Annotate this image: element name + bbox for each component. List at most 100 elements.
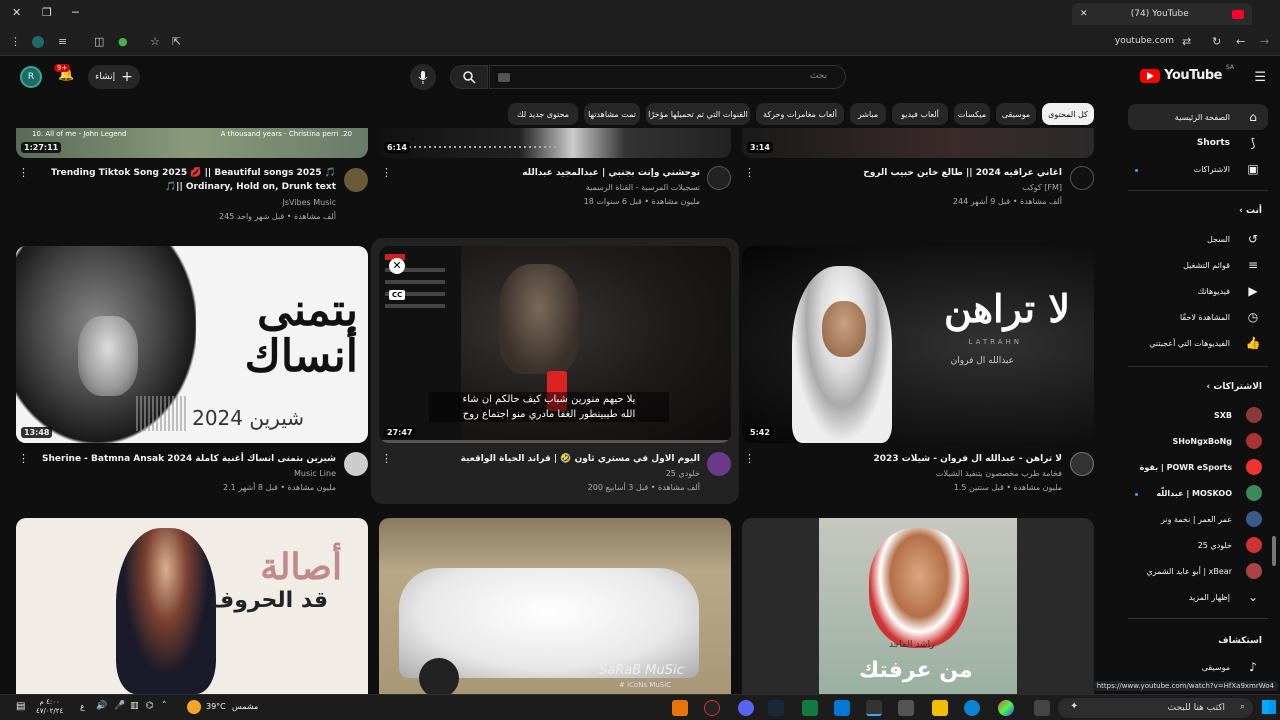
sidebar-sub-channel[interactable]: SHoNgxBoNg <box>1128 428 1268 454</box>
sidebar-item-watch-later[interactable]: المشاهدة لاحقًا ◷ <box>1128 304 1268 330</box>
mute-icon[interactable]: ✕ <box>389 258 405 274</box>
channel-avatar[interactable] <box>344 452 368 476</box>
hamburger-menu-icon[interactable]: ☰ <box>1254 70 1266 85</box>
chip-video-games[interactable]: ألعاب فيديو <box>892 103 948 125</box>
video-title[interactable]: Sherine - Batmna Ansak 2024 شيرين بتمنى … <box>36 452 336 466</box>
chip-action-games[interactable]: ألعاب مغامرات وحركة <box>756 103 844 125</box>
video-thumbnail[interactable]: 10. All of me - John Legend A thousand y… <box>16 128 368 158</box>
restore-window-icon[interactable]: ❐ <box>42 6 52 19</box>
sidebar-item-shorts[interactable]: Shorts ⟆ <box>1128 130 1268 156</box>
channel-avatar[interactable] <box>1070 166 1094 190</box>
video-channel[interactable]: خلودي 25 <box>400 467 700 481</box>
progress-bar[interactable] <box>379 440 731 443</box>
more-actions-icon[interactable]: ⋮ <box>381 166 392 179</box>
scrollbar-thumb[interactable] <box>1272 536 1276 566</box>
back-icon[interactable]: ← <box>1236 35 1245 48</box>
tray-overflow-icon[interactable]: ˄ <box>162 701 167 711</box>
browser-tab[interactable]: ✕ (74) YouTube <box>1072 3 1252 25</box>
channel-avatar[interactable] <box>707 452 731 476</box>
search-button[interactable] <box>450 65 488 89</box>
share-icon[interactable]: ⇱ <box>172 35 181 48</box>
more-actions-icon[interactable]: ⋮ <box>744 166 755 179</box>
network-icon[interactable]: ▥ <box>130 701 139 711</box>
windows-start-icon[interactable] <box>1262 700 1276 714</box>
app-icon[interactable] <box>672 700 688 716</box>
weather-temp[interactable]: 39°C <box>206 702 226 711</box>
video-title[interactable]: اغاني عراقيه 2024 || طالع خاين حبيب الرو… <box>762 166 1062 180</box>
sidebar-sub-channel[interactable]: عمر العمر | نخمة ونر <box>1128 506 1268 532</box>
video-thumbnail[interactable]: من عرفتك راشد الماجد <box>742 518 1094 694</box>
video-channel[interactable]: فخامة طرب مخصصون بتنفيذ الشيلات <box>762 467 1062 481</box>
channel-avatar[interactable] <box>1070 452 1094 476</box>
chip-watched[interactable]: تمت مشاهدتها <box>584 103 640 125</box>
extensions-icon[interactable]: ◫ <box>94 35 104 48</box>
notifications-icon[interactable]: ▤ <box>16 701 25 712</box>
chip-recently-uploaded[interactable]: القنوات التي تم تحميلها مؤخرًا <box>646 103 750 125</box>
sidebar-sub-channel[interactable]: بقوة | POWR eSports <box>1128 454 1268 480</box>
browser-taskbar-icon[interactable] <box>866 700 882 716</box>
clock[interactable]: ٤:٠٠ م ٤٧/٠٢/٢٤ <box>36 698 63 716</box>
video-player-preview[interactable]: ✕ CC يلا حيهم منورين شباب كيف حالكم ان ش… <box>379 246 731 443</box>
video-thumbnail[interactable]: 6:14 <box>379 128 731 158</box>
video-thumbnail[interactable]: بتمنى أنساك شيرين 2024 13:48 <box>16 246 368 443</box>
menu-dots-icon[interactable]: ⋮ <box>10 35 21 48</box>
account-avatar[interactable]: R <box>20 66 42 88</box>
chip-mixes[interactable]: ميكسات <box>954 103 990 125</box>
video-thumbnail[interactable]: 3:14 <box>742 128 1094 158</box>
sidebar-item-your-videos[interactable]: فيديوهاتك ▶ <box>1128 278 1268 304</box>
video-thumbnail[interactable]: SaRaB MuSic # iCoNs MuSiC <box>379 518 731 694</box>
tab-close-icon[interactable]: ✕ <box>1080 9 1088 19</box>
microphone-icon[interactable]: 🎤 <box>114 701 125 711</box>
close-window-icon[interactable]: ✕ <box>12 6 21 19</box>
channel-avatar[interactable] <box>707 166 731 190</box>
edge-icon[interactable] <box>964 700 980 716</box>
sidebar-show-more[interactable]: إظهار المزيد ⌄ <box>1128 584 1268 610</box>
video-title[interactable]: اليوم الاول في مستري ثاون 🤣 | قراند الحي… <box>400 452 700 466</box>
extension-shield-icon[interactable]: ● <box>118 35 128 48</box>
taskbar-search[interactable]: اكتب هنا للبحث ✦ ⌕ <box>1058 698 1253 718</box>
sidebar-item-history[interactable]: السجل ↺ <box>1128 226 1268 252</box>
sidebar-sub-channel[interactable]: عبداللّه | MOSKOO <box>1128 480 1268 506</box>
more-actions-icon[interactable]: ⋮ <box>381 452 392 465</box>
sidebar-item-music[interactable]: موسيقى ♪ <box>1128 654 1268 680</box>
bookmark-star-icon[interactable]: ☆ <box>150 35 160 48</box>
app-icon[interactable] <box>704 700 720 716</box>
chip-music[interactable]: موسيقى <box>996 103 1036 125</box>
file-explorer-icon[interactable] <box>932 700 948 716</box>
sidebar-item-subscriptions[interactable]: الاشتراكات ▣ <box>1128 156 1268 182</box>
chip-live[interactable]: مباشر <box>850 103 886 125</box>
video-thumbnail[interactable]: أصالة قد الحروف <box>16 518 368 694</box>
video-channel[interactable]: Music Line <box>36 467 336 481</box>
weather-label[interactable]: مشمس <box>232 702 258 711</box>
tray-icon[interactable]: ⌬ <box>146 701 154 711</box>
language-indicator[interactable]: ع <box>80 702 85 711</box>
sidebar-sub-channel[interactable]: أبو عابد الشمري | xBear <box>1128 558 1268 584</box>
store-icon[interactable] <box>898 700 914 716</box>
sidebar-item-playlists[interactable]: قوائم التشغيل ≡ <box>1128 252 1268 278</box>
address-url[interactable]: youtube.com <box>1115 36 1174 46</box>
volume-icon[interactable]: 🔊 <box>96 701 107 711</box>
voice-search-button[interactable] <box>410 64 436 90</box>
search-box[interactable]: بحث <box>489 65 846 89</box>
more-actions-icon[interactable]: ⋮ <box>18 452 29 465</box>
profile-icon[interactable] <box>32 36 44 48</box>
video-channel[interactable]: تسجيلات المرسية - القناة الرسمية <box>400 181 700 195</box>
sidebar-section-subscriptions[interactable]: ‹ الاشتراكات <box>1207 382 1263 392</box>
more-actions-icon[interactable]: ⋮ <box>18 166 29 179</box>
reload-icon[interactable]: ↻ <box>1212 35 1221 48</box>
more-actions-icon[interactable]: ⋮ <box>744 452 755 465</box>
search-input[interactable]: بحث <box>810 71 827 81</box>
video-title[interactable]: Trending Tiktok Song 2025 💋 || Beautiful… <box>36 166 336 194</box>
chrome-icon[interactable] <box>998 700 1014 716</box>
outlook-icon[interactable] <box>834 700 850 716</box>
sidebar-item-liked[interactable]: الفيديوهات التي أعجبتني 👍 <box>1128 330 1268 356</box>
chip-all[interactable]: كل المحتوى <box>1042 103 1094 125</box>
youtube-logo[interactable]: YouTube SA <box>1140 64 1234 83</box>
captions-button[interactable]: CC <box>389 290 406 300</box>
steam-icon[interactable] <box>768 700 784 716</box>
reading-list-icon[interactable]: ≡ <box>58 35 67 48</box>
video-channel[interactable]: JsVibes Music <box>36 196 336 210</box>
minimize-window-icon[interactable]: ─ <box>72 6 79 19</box>
chip-new-for-you[interactable]: محتوى جديد لك <box>508 103 578 125</box>
discord-icon[interactable] <box>738 700 754 716</box>
